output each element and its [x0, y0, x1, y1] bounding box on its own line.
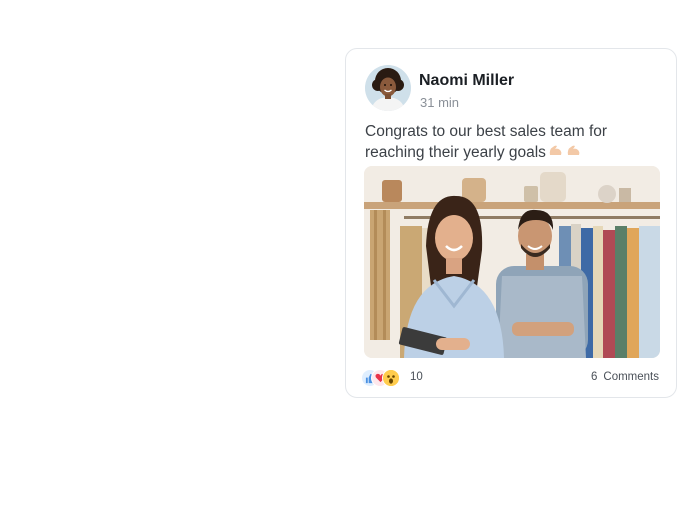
- reactions[interactable]: [361, 369, 403, 387]
- post-time: 31 min: [420, 95, 460, 110]
- flexed-biceps-icon: [566, 142, 582, 163]
- author-avatar[interactable]: [365, 65, 411, 111]
- flexed-biceps-icon: [548, 142, 564, 163]
- author-name[interactable]: Naomi Miller: [419, 72, 514, 90]
- comments-link[interactable]: 6 Comments: [591, 371, 659, 383]
- post-text: Congrats to our best sales team for reac…: [365, 121, 663, 163]
- comment-count: 6: [590, 371, 598, 383]
- post-photo[interactable]: [364, 166, 660, 358]
- post-card: Naomi Miller 31 min Congrats to our best…: [345, 48, 677, 398]
- comments-label: Comments: [603, 371, 659, 383]
- wow-icon: [382, 369, 400, 387]
- reaction-count[interactable]: 10: [410, 371, 423, 383]
